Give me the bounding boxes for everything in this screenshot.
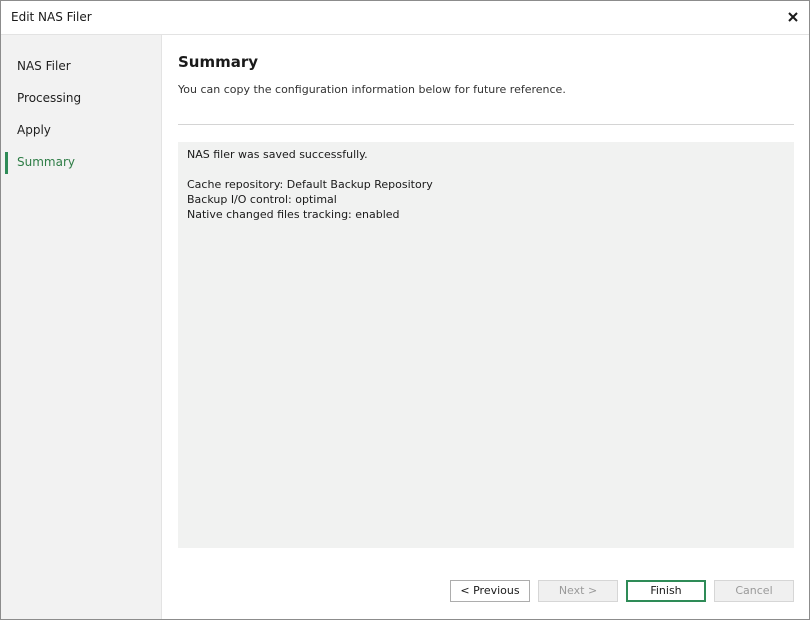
summary-line: Backup I/O control: optimal (187, 193, 337, 206)
close-icon (788, 12, 798, 22)
close-button[interactable] (781, 5, 805, 29)
previous-button[interactable]: < Previous (450, 580, 530, 602)
window-title: Edit NAS Filer (11, 10, 92, 24)
cancel-button[interactable]: Cancel (714, 580, 794, 602)
summary-line: Native changed files tracking: enabled (187, 208, 400, 221)
summary-line: Cache repository: Default Backup Reposit… (187, 178, 433, 191)
wizard-steps-sidebar: NAS Filer Processing Apply Summary (1, 35, 162, 619)
step-processing[interactable]: Processing (1, 88, 161, 110)
step-label: Apply (17, 123, 51, 137)
title-bar: Edit NAS Filer (1, 1, 809, 35)
page-title: Summary (178, 53, 259, 71)
active-step-indicator (5, 152, 8, 174)
step-nas-filer[interactable]: NAS Filer (1, 56, 161, 78)
page-subtitle: You can copy the configuration informati… (178, 83, 566, 96)
step-label: Summary (17, 155, 75, 169)
finish-button[interactable]: Finish (626, 580, 706, 602)
edit-nas-filer-dialog: Edit NAS Filer NAS Filer Processing Appl… (0, 0, 810, 620)
main-content: Summary You can copy the configuration i… (162, 35, 809, 619)
step-summary[interactable]: Summary (1, 152, 161, 174)
next-button[interactable]: Next > (538, 580, 618, 602)
step-label: Processing (17, 91, 82, 105)
summary-text-area[interactable]: NAS filer was saved successfully. Cache … (178, 142, 794, 548)
header-divider (178, 124, 794, 125)
summary-line: NAS filer was saved successfully. (187, 148, 368, 161)
step-label: NAS Filer (17, 59, 71, 73)
step-apply[interactable]: Apply (1, 120, 161, 142)
